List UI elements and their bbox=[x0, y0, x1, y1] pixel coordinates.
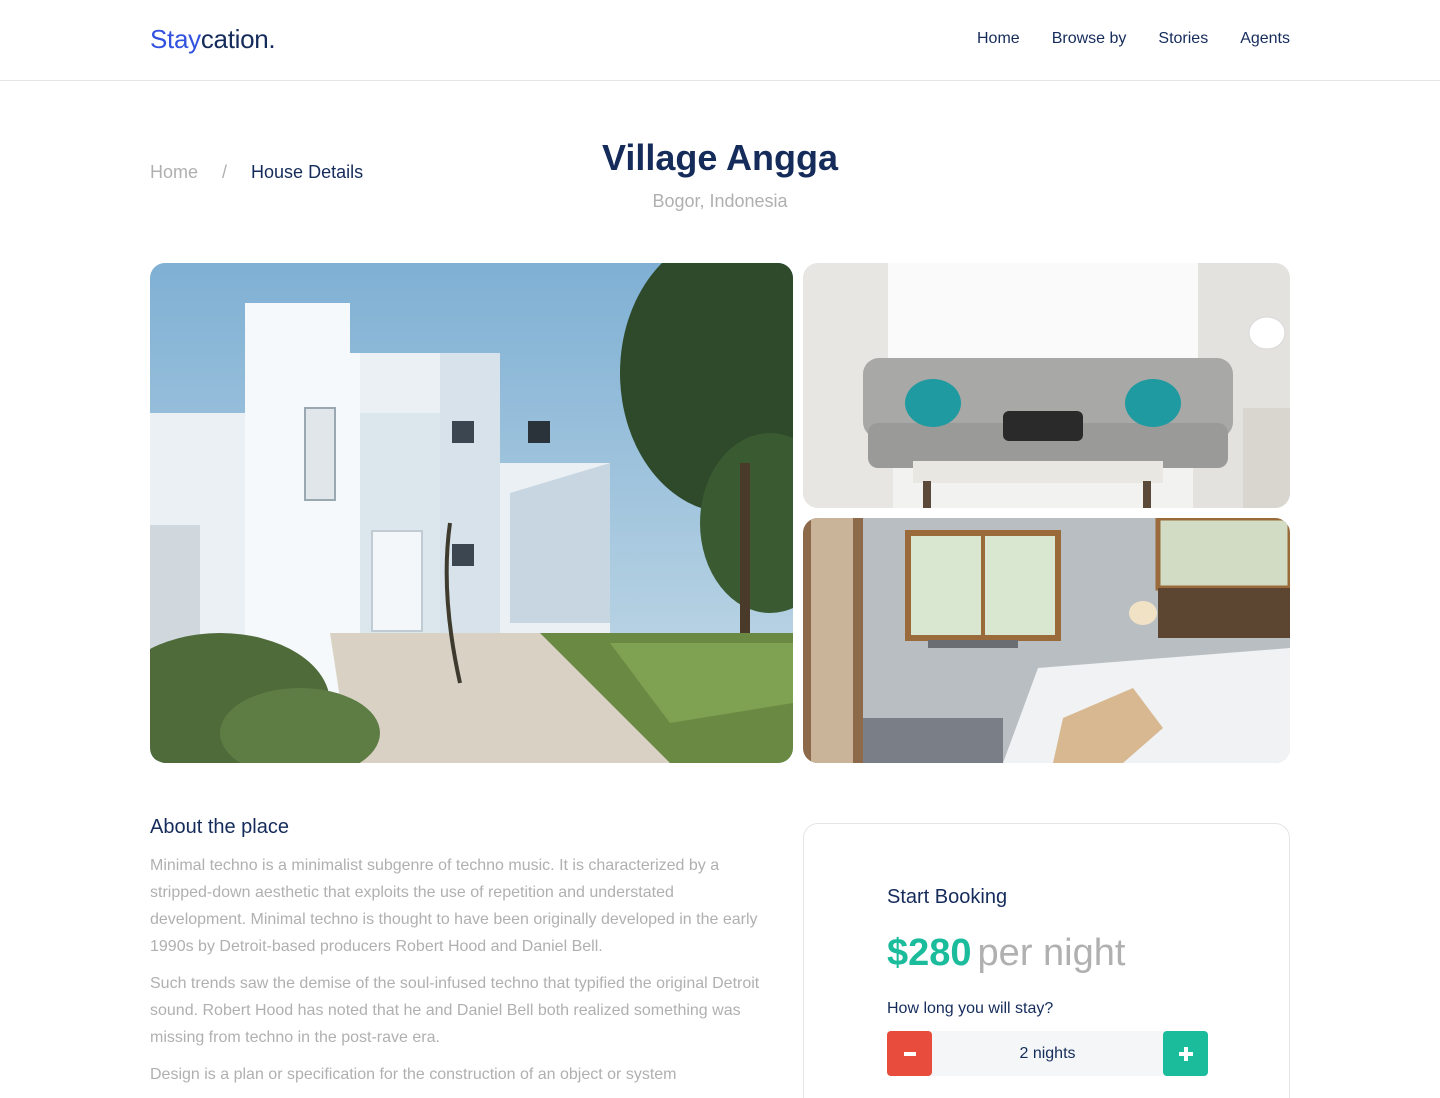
about-section: About the place Minimal techno is a mini… bbox=[150, 816, 760, 1098]
booking-card: Start Booking $280 per night How long you… bbox=[803, 823, 1290, 1098]
logo-primary: Stay bbox=[150, 24, 201, 54]
nav-home[interactable]: Home bbox=[977, 30, 1020, 48]
logo-secondary: cation. bbox=[200, 24, 276, 54]
price-unit: per night bbox=[977, 932, 1126, 974]
price: $280 per night bbox=[887, 932, 1125, 975]
living-room-image[interactable] bbox=[803, 263, 1290, 508]
price-amount: $280 bbox=[887, 932, 972, 974]
nights-stepper: 2 nights bbox=[887, 1031, 1208, 1076]
about-heading: About the place bbox=[150, 816, 289, 838]
decrease-nights-button[interactable] bbox=[887, 1031, 932, 1076]
logo[interactable]: Staycation. bbox=[150, 24, 276, 55]
booking-title: Start Booking bbox=[887, 886, 1008, 908]
nav-agents[interactable]: Agents bbox=[1240, 30, 1290, 48]
bedroom-illustration bbox=[803, 518, 1290, 763]
site-header: Staycation. Home Browse by Stories Agent… bbox=[0, 0, 1440, 81]
nav-browse-by[interactable]: Browse by bbox=[1052, 30, 1127, 48]
stay-duration-label: How long you will stay? bbox=[887, 1000, 1054, 1017]
about-paragraph-3: Design is a plan or specification for th… bbox=[150, 1066, 677, 1083]
about-paragraph-2: Such trends saw the demise of the soul-i… bbox=[150, 975, 760, 1046]
plus-icon bbox=[1178, 1046, 1193, 1061]
nights-value[interactable]: 2 nights bbox=[932, 1031, 1163, 1076]
minus-icon bbox=[903, 1051, 916, 1056]
house-exterior-image[interactable] bbox=[150, 263, 793, 763]
page-location: Bogor, Indonesia bbox=[652, 191, 788, 211]
bedroom-image[interactable] bbox=[803, 518, 1290, 763]
nav-stories[interactable]: Stories bbox=[1158, 30, 1208, 48]
main-nav: Home Browse by Stories Agents bbox=[977, 30, 1290, 48]
house-exterior-illustration bbox=[150, 263, 793, 763]
increase-nights-button[interactable] bbox=[1163, 1031, 1208, 1076]
about-paragraph-1: Minimal techno is a minimalist subgenre … bbox=[150, 857, 758, 955]
title-block: Village Angga Bogor, Indonesia bbox=[0, 136, 1440, 212]
page-title: Village Angga bbox=[601, 137, 839, 178]
living-room-illustration bbox=[803, 263, 1290, 508]
